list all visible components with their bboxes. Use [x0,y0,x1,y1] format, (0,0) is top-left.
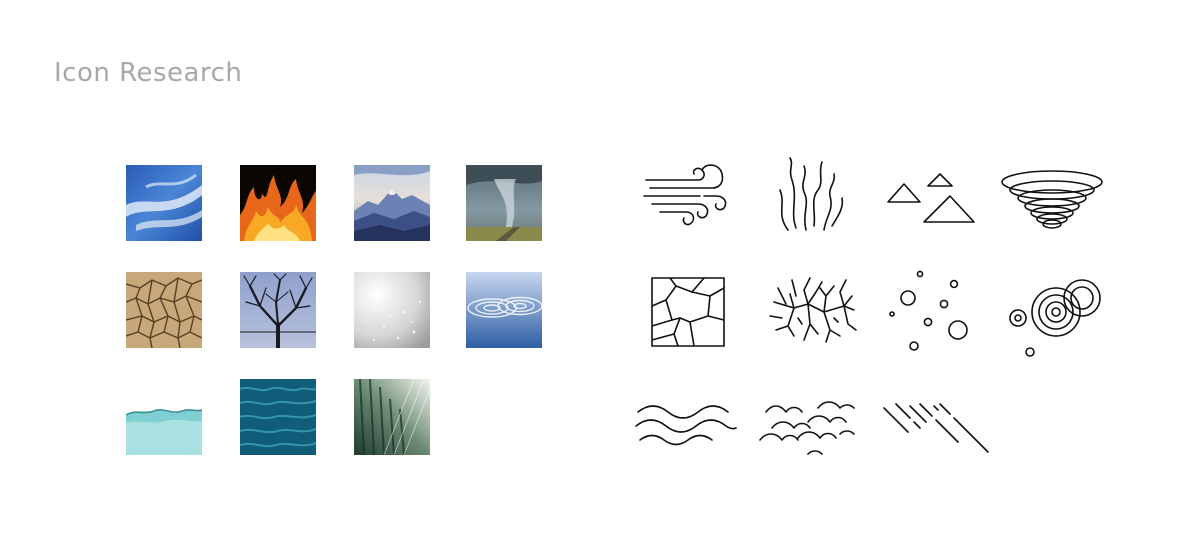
fire-icon [768,152,848,232]
photo-cracked-earth [126,272,202,348]
wind-icon [640,152,740,232]
photo-water-surface [126,379,202,455]
photo-tornado [466,165,542,241]
cracked-earth-icon [650,276,726,348]
clouds-icon [758,398,862,458]
photo-ocean-waves [240,379,316,455]
tornado-icon [1000,168,1104,238]
rain-icon [880,400,996,460]
photo-fire [240,165,316,241]
bubbles-icon [884,268,984,356]
photo-bare-tree [240,272,316,348]
mountains-icon [884,168,984,228]
photo-wind-clouds [126,165,202,241]
photo-rain-forest [354,379,430,455]
photo-frost [354,272,430,348]
photo-mountains [354,165,430,241]
page-title: Icon Research [54,58,243,88]
waves-icon [634,400,738,450]
branches-icon [764,272,860,348]
photo-water-ripples [466,272,542,348]
ripples-icon [1004,276,1104,360]
